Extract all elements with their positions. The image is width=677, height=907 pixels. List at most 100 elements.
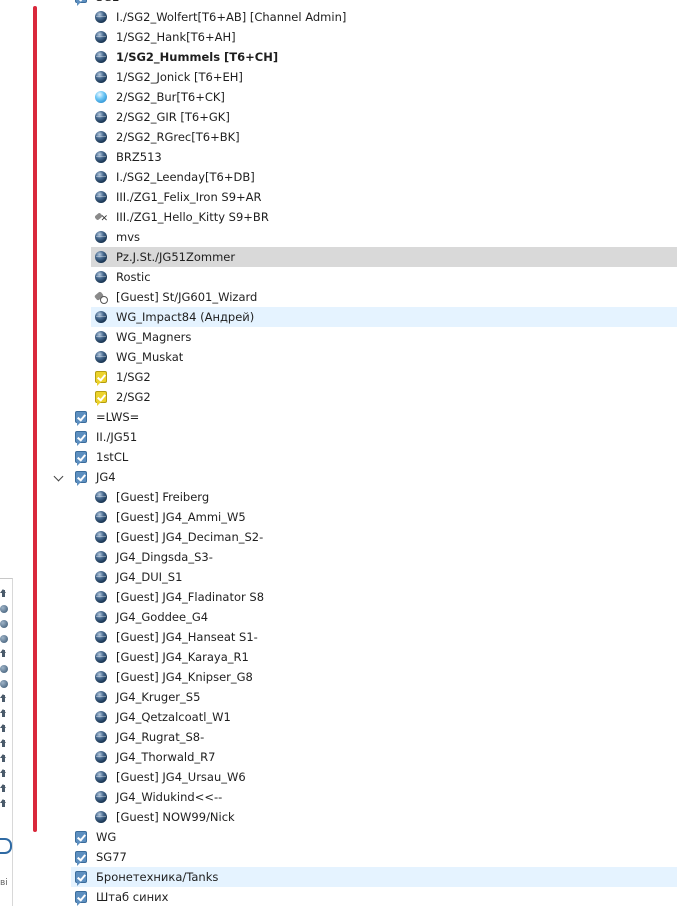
user-row[interactable]: 2/SG2_GIR [T6+GK] <box>0 107 677 127</box>
channel-row[interactable]: SG77 <box>0 847 677 867</box>
user-name: Rostic <box>116 270 151 284</box>
channel-row[interactable]: Штаб синих <box>0 887 677 907</box>
user-name: JG4_Thorwald_R7 <box>116 750 216 764</box>
channel-tree[interactable]: SG2 I./SG2_Wolfert[T6+AB] [Channel Admin]… <box>0 0 677 907</box>
channel-icon <box>75 451 87 466</box>
user-name: [Guest] Freiberg <box>116 490 210 504</box>
user-name: [Guest] JG4_Deciman_S2- <box>116 530 264 544</box>
user-row[interactable]: [Guest] JG4_Knipser_G8 <box>0 667 677 687</box>
user-name: III./ZG1_Hello_Kitty S9+BR <box>116 210 269 224</box>
user-row[interactable]: [Guest] St/JG601_Wizard <box>0 287 677 307</box>
user-row[interactable]: 2/SG2_RGrec[T6+BK] <box>0 127 677 147</box>
user-row[interactable]: JG4_Goddee_G4 <box>0 607 677 627</box>
user-row[interactable]: WG_Impact84 (Андрей) <box>0 307 677 327</box>
user-name: 2/SG2 <box>116 390 151 404</box>
user-row[interactable]: JG4_Widukind<<-- <box>0 787 677 807</box>
user-row[interactable]: [Guest] JG4_Fladinator S8 <box>0 587 677 607</box>
user-row[interactable]: [Guest] JG4_Ammi_W5 <box>0 507 677 527</box>
channel-icon <box>75 871 87 886</box>
user-row[interactable]: I./SG2_Wolfert[T6+AB] [Channel Admin] <box>0 7 677 27</box>
channel-sg2[interactable]: SG2 <box>0 0 677 7</box>
user-status-icon <box>95 511 107 523</box>
user-row[interactable]: 1/SG2_Jonick [T6+EH] <box>0 67 677 87</box>
user-row[interactable]: JG4_Dingsda_S3- <box>0 547 677 567</box>
user-row[interactable]: 1/SG2_Hummels [T6+CH] <box>0 47 677 67</box>
channel-icon <box>75 0 87 6</box>
user-row[interactable]: Pz.J.St./JG51Zommer <box>0 247 677 267</box>
channel-jg4[interactable]: JG4 <box>0 467 677 487</box>
user-row[interactable]: 1/SG2_Hank[T6+AH] <box>0 27 677 47</box>
channel-icon <box>75 411 87 426</box>
user-status-icon <box>95 551 107 563</box>
user-name: [Guest] JG4_Ammi_W5 <box>116 510 246 524</box>
user-status-icon <box>95 571 107 583</box>
user-row[interactable]: [Guest] JG4_Deciman_S2- <box>0 527 677 547</box>
channel-row[interactable]: 1stCL <box>0 447 677 467</box>
user-row[interactable]: JG4_DUI_S1 <box>0 567 677 587</box>
channel-name: WG <box>96 830 117 844</box>
user-row[interactable]: [Guest] JG4_Karaya_R1 <box>0 647 677 667</box>
user-row[interactable]: WG_Magners <box>0 327 677 347</box>
user-status-icon <box>95 651 107 663</box>
user-row[interactable]: WG_Muskat <box>0 347 677 367</box>
user-status-icon <box>95 691 107 703</box>
user-name: 1/SG2 <box>116 370 151 384</box>
user-name: [Guest] JG4_Knipser_G8 <box>116 670 253 684</box>
channel-icon <box>95 371 107 386</box>
user-status-icon <box>95 671 107 683</box>
user-row[interactable]: [Guest] JG4_Hanseat S1- <box>0 627 677 647</box>
user-status-icon <box>95 71 107 83</box>
channel-icon <box>75 851 87 866</box>
channel-row[interactable]: =LWS= <box>0 407 677 427</box>
user-row[interactable]: mvs <box>0 227 677 247</box>
user-name: JG4_Widukind<<-- <box>116 790 223 804</box>
user-row[interactable]: JG4_Rugrat_S8- <box>0 727 677 747</box>
channel-row[interactable]: Бронетехника/Tanks <box>0 867 677 887</box>
user-row[interactable]: [Guest] Freiberg <box>0 487 677 507</box>
user-name: WG_Impact84 (Андрей) <box>116 310 255 324</box>
user-name: BRZ513 <box>116 150 162 164</box>
user-row[interactable]: 2/SG2_Bur[T6+CK] <box>0 87 677 107</box>
subchannel-row[interactable]: 2/SG2 <box>0 387 677 407</box>
user-row[interactable]: [Guest] NOW99/Nick <box>0 807 677 827</box>
user-name: 2/SG2_Bur[T6+CK] <box>116 90 225 104</box>
user-name: 1/SG2_Hank[T6+AH] <box>116 30 236 44</box>
user-row[interactable]: Rostic <box>0 267 677 287</box>
user-row[interactable]: ✕ III./ZG1_Hello_Kitty S9+BR <box>0 207 677 227</box>
user-status-icon <box>95 731 107 743</box>
user-name: JG4_Dingsda_S3- <box>116 550 213 564</box>
user-status-icon <box>95 231 107 243</box>
user-name: WG_Muskat <box>116 350 184 364</box>
user-name: I./SG2_Leenday[T6+DB] <box>116 170 255 184</box>
user-status-icon <box>95 811 107 823</box>
chevron-down-icon[interactable] <box>53 471 64 482</box>
user-name: I./SG2_Wolfert[T6+AB] [Channel Admin] <box>116 10 347 24</box>
channel-row[interactable]: WG <box>0 827 677 847</box>
user-name: [Guest] JG4_Hanseat S1- <box>116 630 258 644</box>
channel-row[interactable]: II./JG51 <box>0 427 677 447</box>
user-status-icon <box>95 631 107 643</box>
user-name: 1/SG2_Jonick [T6+EH] <box>116 70 243 84</box>
user-status-icon <box>95 191 107 203</box>
user-row[interactable]: JG4_Qetzalcoatl_W1 <box>0 707 677 727</box>
user-status-icon <box>95 711 107 723</box>
subchannel-row[interactable]: 1/SG2 <box>0 367 677 387</box>
microphone-muted-icon: ✕ <box>94 211 108 224</box>
user-status-icon <box>95 791 107 803</box>
channel-name: SG77 <box>96 850 127 864</box>
channel-name: II./JG51 <box>96 430 138 444</box>
away-status-icon <box>94 291 108 304</box>
user-name: Pz.J.St./JG51Zommer <box>116 250 236 264</box>
user-status-icon <box>95 531 107 543</box>
user-row[interactable]: BRZ513 <box>0 147 677 167</box>
user-name: JG4_Goddee_G4 <box>116 610 209 624</box>
user-row[interactable]: I./SG2_Leenday[T6+DB] <box>0 167 677 187</box>
user-name: [Guest] JG4_Ursau_W6 <box>116 770 246 784</box>
user-row[interactable]: III./ZG1_Felix_Iron S9+AR <box>0 187 677 207</box>
user-name: JG4_Rugrat_S8- <box>116 730 205 744</box>
user-row[interactable]: [Guest] JG4_Ursau_W6 <box>0 767 677 787</box>
user-name: JG4_DUI_S1 <box>116 570 183 584</box>
user-status-icon <box>95 11 107 23</box>
user-row[interactable]: JG4_Kruger_S5 <box>0 687 677 707</box>
user-row[interactable]: JG4_Thorwald_R7 <box>0 747 677 767</box>
